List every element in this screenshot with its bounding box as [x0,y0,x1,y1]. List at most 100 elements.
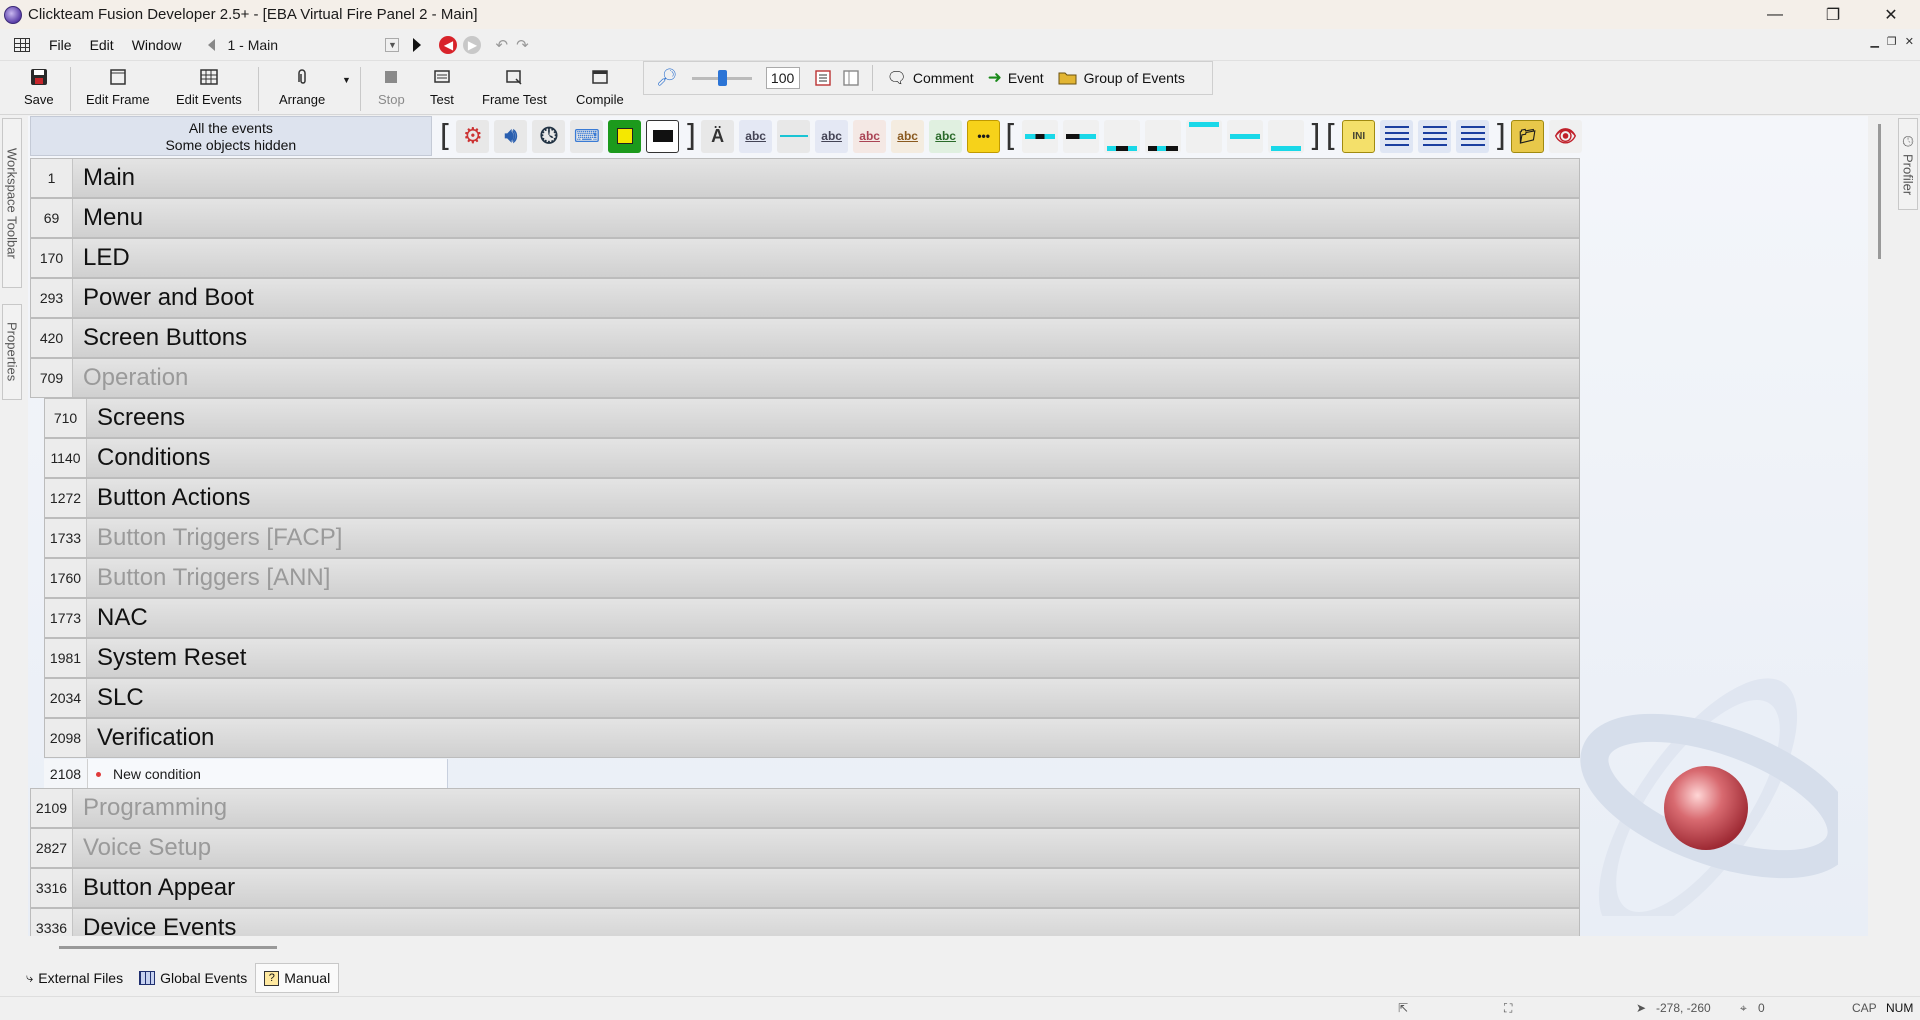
event-line-number[interactable]: 420 [31,319,73,357]
minimize-button[interactable]: — [1746,0,1804,29]
event-line-number[interactable]: 69 [31,199,73,237]
event-group-row[interactable]: 2098 Verification [44,718,1580,758]
event-group-row[interactable]: 1272 Button Actions [44,478,1580,518]
hidden-folder-icon[interactable]: 📁︎ [1511,119,1544,153]
storyboard-controls-icon[interactable] [608,119,642,153]
event-group-row[interactable]: 2034 SLC [44,678,1580,718]
event-group-row[interactable]: 1733 Button Triggers [FACP] [44,518,1580,558]
undo-icon[interactable]: ↶ [495,36,508,54]
event-line-number[interactable]: 710 [45,399,87,437]
event-line-number[interactable]: 1140 [45,439,87,477]
event-group-title[interactable]: Menu [73,199,1579,237]
previous-frame-icon[interactable] [208,38,216,51]
chevron-down-icon[interactable]: ▼ [385,37,400,52]
profiler-tab[interactable]: 🕓︎ Profiler [1898,118,1918,210]
event-group-row[interactable]: 1760 Button Triggers [ANN] [44,558,1580,598]
group-of-events-button[interactable]: Group of Events [1058,70,1185,86]
event-group-row[interactable]: 170 LED [30,238,1580,278]
active-object-icon-7[interactable] [1267,119,1304,153]
frame-selector[interactable]: 1 - Main ▼ [223,34,403,56]
event-line-number[interactable]: 2108 [44,759,88,789]
event-group-title[interactable]: Button Triggers [ANN] [87,559,1579,597]
redo-icon[interactable]: ↷ [516,36,529,54]
event-line-number[interactable]: 1 [31,159,73,197]
next-frame-icon[interactable] [413,37,422,52]
event-line-number[interactable]: 709 [31,359,73,397]
event-group-row[interactable]: 710 Screens [44,398,1580,438]
test-button[interactable]: Test [430,66,454,112]
event-editor[interactable]: All the events Some objects hidden [ ⚙ 🔊… [28,116,1868,936]
event-group-row[interactable]: 1 Main [30,158,1580,198]
active-object-icon-1[interactable] [1021,119,1058,153]
message-box-icon[interactable]: ••• [967,119,1001,153]
sound-speaker-icon[interactable]: 🔊︎ [494,119,528,153]
menu-file[interactable]: File [40,37,81,53]
event-group-title[interactable]: Button Appear [73,869,1579,907]
list-object-icon-2[interactable] [1418,119,1452,153]
close-button[interactable]: ✕ [1862,0,1920,29]
event-group-title[interactable]: System Reset [87,639,1579,677]
string-object-icon[interactable]: Ä [701,119,735,153]
event-group-title[interactable]: Conditions [87,439,1579,477]
forward-icon[interactable]: ▶ [463,35,482,54]
horizontal-scrollbar[interactable] [28,940,1868,954]
event-group-row[interactable]: 3336 Device Events [30,908,1580,936]
event-group-title[interactable]: Power and Boot [73,279,1579,317]
event-group-row[interactable]: 709 Operation [30,358,1580,398]
event-line-number[interactable]: 1760 [45,559,87,597]
save-button[interactable]: Save [24,66,54,112]
mdi-close-icon[interactable]: ✕ [1905,35,1914,48]
edit-frame-button[interactable]: Edit Frame [86,66,150,112]
mdi-minimize-icon[interactable]: ▁ [1870,35,1878,48]
event-line-number[interactable]: 1773 [45,599,87,637]
event-group-row[interactable]: 1773 NAC [44,598,1580,638]
event-group-title[interactable]: Device Events [73,909,1579,936]
zoom-slider[interactable] [691,69,752,86]
event-group-title[interactable]: Programming [73,789,1579,827]
event-group-title[interactable]: Screens [87,399,1579,437]
event-grid-icon[interactable] [14,37,30,52]
event-line-number[interactable]: 1733 [45,519,87,557]
comment-button[interactable]: 🗨︎ Comment [887,68,974,88]
event-line-number[interactable]: 2034 [45,679,87,717]
event-group-row[interactable]: 420 Screen Buttons [30,318,1580,358]
event-group-row[interactable]: 69 Menu [30,198,1580,238]
active-object-icon-4[interactable] [1144,119,1181,153]
tab-external-files[interactable]: ⤷ External Files [18,963,131,993]
special-conditions-gear-icon[interactable]: ⚙ [456,119,490,153]
menu-edit[interactable]: Edit [81,37,123,53]
event-group-row[interactable]: 1140 Conditions [44,438,1580,478]
event-line-number[interactable]: 3316 [31,869,73,907]
compile-button[interactable]: Compile [576,66,624,112]
active-object-icon-3[interactable] [1103,119,1140,153]
vertical-scrollbar-thumb[interactable] [1878,124,1881,259]
keyboard-mouse-icon[interactable]: ⌨ [570,119,604,153]
text-abc-icon-3[interactable]: abc [853,119,887,153]
event-group-title[interactable]: NAC [87,599,1579,637]
event-group-title[interactable]: Operation [73,359,1579,397]
active-object-icon-6[interactable] [1226,119,1263,153]
hide-objects-icon[interactable] [842,69,860,87]
new-condition-row[interactable]: 2108 New condition [44,759,448,789]
event-line-number[interactable]: 170 [31,239,73,277]
event-group-title[interactable]: Screen Buttons [73,319,1579,357]
line-object-icon[interactable] [777,119,811,153]
event-group-title[interactable]: Main [73,159,1579,197]
timer-clock-icon[interactable]: 🕓︎ [532,119,566,153]
event-button[interactable]: ➜ Event [988,68,1044,88]
event-group-title[interactable]: Button Actions [87,479,1579,517]
zoom-slider-thumb[interactable] [717,69,727,86]
stop-button[interactable]: Stop [378,66,405,112]
properties-tab[interactable]: Properties [2,304,22,400]
event-group-title[interactable]: LED [73,239,1579,277]
show-hidden-objects-icon[interactable]: 👁︎ [1549,119,1582,153]
event-group-title[interactable]: Voice Setup [73,829,1579,867]
arrange-dropdown-icon[interactable]: ▼ [342,75,351,85]
event-line-number[interactable]: 1272 [45,479,87,517]
list-object-icon-3[interactable] [1456,119,1490,153]
frame-test-button[interactable]: Frame Test [482,66,547,112]
text-abc-icon-2[interactable]: abc [815,119,849,153]
event-group-row[interactable]: 2109 Programming [30,788,1580,828]
event-group-row[interactable]: 293 Power and Boot [30,278,1580,318]
event-line-number[interactable]: 2098 [45,719,87,757]
